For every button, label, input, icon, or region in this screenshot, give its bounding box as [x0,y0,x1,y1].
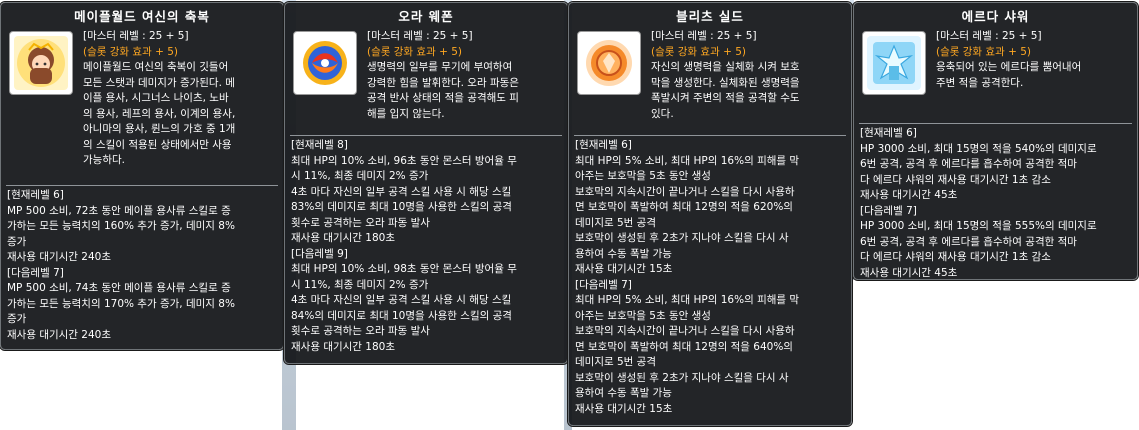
skill-tooltip-erda-shower: 에르다 샤워 [마스터 레벨 : 25 + 5] (슬롯 강화 효과 + 5) … [853,2,1138,280]
master-level: [마스터 레벨 : 25 + 5] [936,30,1042,42]
master-level: [마스터 레벨 : 25 + 5] [651,30,757,42]
aura-weapon-icon [293,31,357,95]
master-level: [마스터 레벨 : 25 + 5] [367,30,473,42]
current-level-effect: MP 500 소비, 72초 동안 메이플 용사류 스킬로 증 가하는 모든 능… [7,204,235,264]
divider [6,185,278,186]
skill-description: 응축되어 있는 에르다를 뿜어내어 주변 적을 공격한다. [936,61,1082,89]
next-level-effect: 최대 HP의 5% 소비, 최대 HP의 16%의 피해를 막 아주는 보호막을… [575,294,800,415]
skill-title: 블리츠 실드 [676,9,744,24]
divider [290,135,562,136]
current-level-label: [현재레벨 6] [860,127,917,139]
next-level-effect: HP 3000 소비, 최대 15명의 적을 555%의 데미지로 6번 공격,… [860,220,1097,279]
next-level-label: [다음레벨 7] [7,266,64,279]
skill-tooltip-aura-weapon: 오라 웨폰 [마스터 레벨 : 25 + 5] (슬롯 강화 효과 + 5) 생… [284,2,568,364]
skill-title: 에르다 샤워 [961,9,1030,24]
skill-title: 오라 웨폰 [398,9,454,24]
goddess-portrait-icon [9,31,73,95]
divider [574,135,846,136]
skill-description: 생명력의 일부를 무기에 부여하여 강력한 힘을 발휘한다. 오라 파동은 공격… [367,61,519,120]
skill-description: 메이플월드 여신의 축복이 깃들어 모든 스탯과 데미지가 증가된다. 메 이플… [83,61,236,166]
master-level: [마스터 레벨 : 25 + 5] [83,30,189,42]
slot-bonus: (슬롯 강화 효과 + 5) [936,45,1031,58]
slot-bonus: (슬롯 강화 효과 + 5) [367,45,462,58]
current-level-label: [현재레벨 6] [7,189,64,201]
skill-title: 메이플월드 여신의 축복 [74,9,210,24]
current-level-label: [현재레벨 6] [575,139,632,151]
next-level-effect: 최대 HP의 10% 소비, 98초 동안 몬스터 방어율 무 시 11%, 최… [291,263,517,353]
current-level-effect: 최대 HP의 5% 소비, 최대 HP의 16%의 피해를 막 아주는 보호막을… [575,154,800,276]
next-level-label: [다음레벨 7] [860,204,917,217]
next-level-effect: MP 500 소비, 74초 동안 메이플 용사류 스킬로 증 가하는 모든 능… [7,282,235,341]
blitz-shield-icon [577,31,641,95]
slot-bonus: (슬롯 강화 효과 + 5) [83,45,178,58]
skill-tooltip-blitz-shield: 블리츠 실드 [마스터 레벨 : 25 + 5] (슬롯 강화 효과 + 5) … [568,2,852,426]
erda-shower-icon [862,31,926,95]
next-level-label: [다음레벨 9] [291,247,348,260]
skill-description: 자신의 생명력을 실체화 시켜 보호 막을 생성한다. 실체화된 생명력을 폭발… [651,61,800,120]
current-level-label: [현재레벨 8] [291,139,348,151]
skill-tooltip-goddess-blessing: 메이플월드 여신의 축복 [마스터 레벨 : 25 + 5] (슬롯 강화 효과… [0,2,284,350]
current-level-effect: 최대 HP의 10% 소비, 96초 동안 몬스터 방어율 무 시 11%, 최… [291,154,517,245]
current-level-effect: HP 3000 소비, 최대 15명의 적을 540%의 데미지로 6번 공격,… [860,142,1097,202]
slot-bonus: (슬롯 강화 효과 + 5) [651,45,746,58]
next-level-label: [다음레벨 7] [575,278,632,291]
divider [859,123,1132,124]
